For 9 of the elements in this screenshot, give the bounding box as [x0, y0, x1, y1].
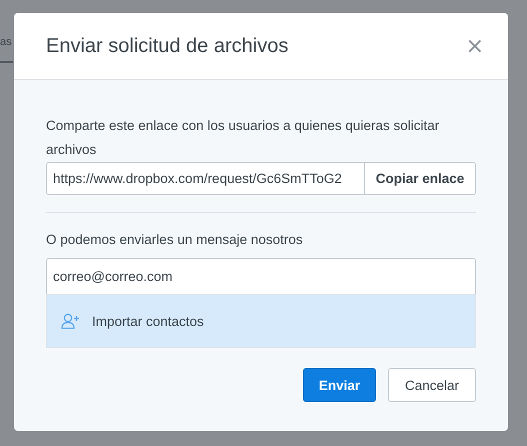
add-person-icon	[61, 313, 80, 329]
dialog-title: Enviar solicitud de archivos	[46, 34, 288, 58]
import-contacts-option[interactable]: Importar contactos	[46, 294, 476, 348]
email-field[interactable]: correo@correo.com	[46, 258, 476, 294]
cancel-button[interactable]: Cancelar	[388, 368, 476, 402]
email-instructions: O podemos enviarles un mensaje nosotros	[46, 231, 304, 249]
link-field[interactable]: https://www.dropbox.com/request/Gc6SmTToG2	[46, 162, 364, 195]
copy-link-button[interactable]: Copiar enlace	[364, 162, 476, 195]
send-button[interactable]: Enviar	[303, 368, 376, 402]
